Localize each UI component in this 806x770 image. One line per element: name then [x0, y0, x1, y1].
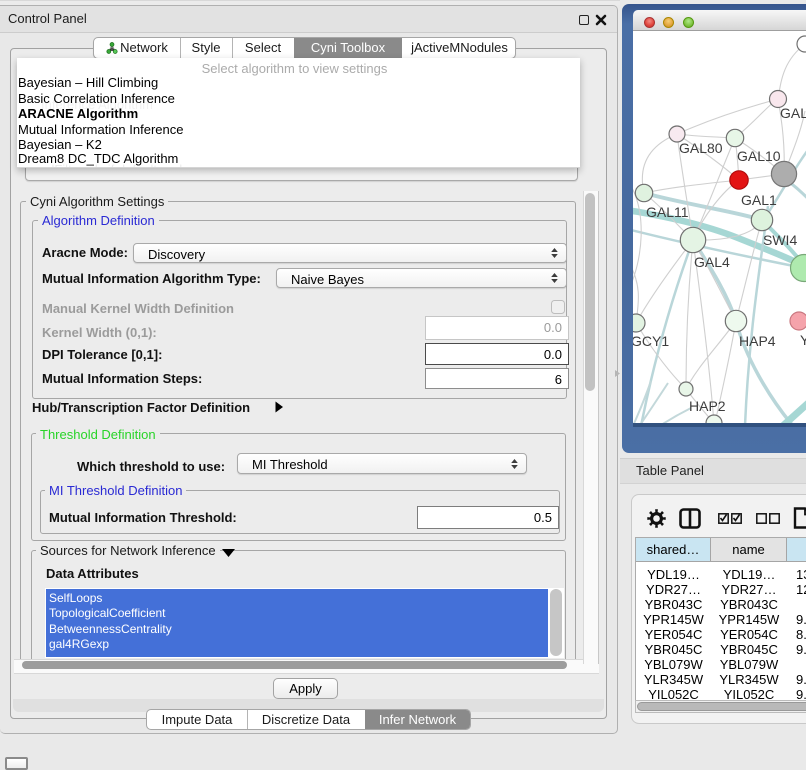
svg-text:GAL80: GAL80 [679, 140, 723, 156]
svg-text:GAL10: GAL10 [737, 148, 781, 164]
svg-text:HAP4: HAP4 [739, 333, 776, 349]
svg-text:GAL11: GAL11 [646, 204, 689, 220]
svg-text:GCY1: GCY1 [633, 333, 669, 349]
svg-text:GAL7: GAL7 [780, 105, 806, 121]
svg-text:GAL1: GAL1 [741, 192, 777, 208]
svg-text:Y: Y [800, 332, 806, 348]
svg-text:SWI4: SWI4 [763, 232, 797, 248]
svg-text:GAL4: GAL4 [694, 254, 730, 270]
svg-text:HAP2: HAP2 [689, 398, 726, 414]
